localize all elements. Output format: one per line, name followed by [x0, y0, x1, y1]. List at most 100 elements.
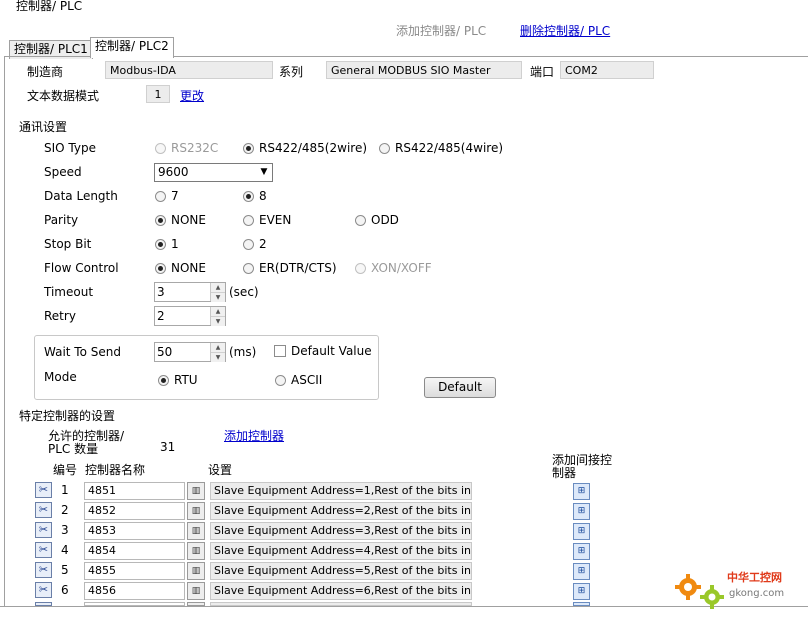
- flow-none-radio[interactable]: [155, 263, 166, 274]
- spin-up-icon[interactable]: ▲: [211, 307, 225, 317]
- text-mode-label: 文本数据模式: [27, 89, 100, 103]
- flow-xon-label: XON/XOFF: [371, 261, 432, 275]
- controller-name-field[interactable]: 4856: [84, 582, 185, 600]
- row-edit-icon[interactable]: ✂: [35, 562, 52, 578]
- parity-odd-radio[interactable]: [355, 215, 366, 226]
- specific-section-title: 特定控制器的设置: [19, 409, 116, 423]
- flow-er-label[interactable]: ER(DTR/CTS): [259, 261, 337, 275]
- add-indirect-controller-icon[interactable]: ⊞: [573, 563, 590, 580]
- spin-down-icon[interactable]: ▼: [211, 317, 225, 326]
- row-edit-icon[interactable]: ✂: [35, 582, 52, 598]
- data-length-8-radio[interactable]: [243, 191, 254, 202]
- mode-ascii-label[interactable]: ASCII: [291, 373, 322, 387]
- add-indirect-controller-icon[interactable]: ⊞: [573, 543, 590, 560]
- row-edit-icon[interactable]: ✂: [35, 502, 52, 518]
- speed-select[interactable]: 9600 ▼: [154, 163, 273, 182]
- data-length-8-label[interactable]: 8: [259, 189, 267, 203]
- stop-bit-1-label[interactable]: 1: [171, 237, 179, 251]
- timeout-value: 3: [157, 285, 165, 299]
- add-indirect-controller-icon[interactable]: ⊞: [573, 583, 590, 600]
- port-field: COM2: [560, 61, 654, 79]
- settings-dialog-button[interactable]: ▥: [187, 542, 205, 560]
- wait-to-send-stepper[interactable]: 50 ▲ ▼: [154, 342, 226, 362]
- parity-even-radio[interactable]: [243, 215, 254, 226]
- add-indirect-controller-icon[interactable]: ⊞: [573, 483, 590, 500]
- settings-field: Slave Equipment Address=6,Rest of the bi…: [210, 582, 472, 600]
- settings-dialog-button[interactable]: ▥: [187, 562, 205, 580]
- settings-dialog-button[interactable]: ▥: [187, 522, 205, 540]
- add-indirect-controller-icon[interactable]: ⊞: [573, 523, 590, 540]
- add-controller-link[interactable]: 添加控制器: [224, 427, 284, 444]
- settings-dialog-button[interactable]: ▥: [187, 502, 205, 520]
- flow-xon-radio: [355, 263, 366, 274]
- controller-name-field[interactable]: 4853: [84, 522, 185, 540]
- col-header-name: 控制器名称: [85, 463, 146, 477]
- controller-name-field[interactable]: 4854: [84, 542, 185, 560]
- settings-dialog-button[interactable]: ▥: [187, 482, 205, 500]
- data-length-7-label[interactable]: 7: [171, 189, 179, 203]
- sio-rs485-2wire-label[interactable]: RS422/485(2wire): [259, 141, 367, 155]
- default-value-label[interactable]: Default Value: [291, 344, 372, 358]
- row-edit-icon[interactable]: ✂: [35, 542, 52, 558]
- parity-even-label[interactable]: EVEN: [259, 213, 291, 227]
- stop-bit-1-radio[interactable]: [155, 239, 166, 250]
- mode-label: Mode: [44, 370, 77, 384]
- controller-name-field[interactable]: 4851: [84, 482, 185, 500]
- maker-field: Modbus-IDA: [105, 61, 273, 79]
- flow-none-label[interactable]: NONE: [171, 261, 206, 275]
- default-value-checkbox[interactable]: [274, 345, 286, 357]
- change-link[interactable]: 更改: [180, 87, 204, 104]
- parity-none-label[interactable]: NONE: [171, 213, 206, 227]
- flow-er-radio[interactable]: [243, 263, 254, 274]
- controller-name-field[interactable]: 4852: [84, 502, 185, 520]
- spin-up-icon[interactable]: ▲: [211, 283, 225, 293]
- spin-down-icon[interactable]: ▼: [211, 353, 225, 362]
- row-edit-icon[interactable]: ✂: [35, 482, 52, 498]
- spin-up-icon[interactable]: ▲: [211, 343, 225, 353]
- retry-value: 2: [157, 309, 165, 323]
- row-edit-icon[interactable]: ✂: [35, 522, 52, 538]
- watermark-text-en: gkong.com: [729, 588, 784, 599]
- flow-control-label: Flow Control: [44, 261, 119, 275]
- parity-odd-label[interactable]: ODD: [371, 213, 399, 227]
- timeout-stepper[interactable]: 3 ▲ ▼: [154, 282, 226, 302]
- port-label: 端口: [530, 65, 555, 79]
- settings-dialog-button[interactable]: ▥: [187, 582, 205, 600]
- controller-name-field[interactable]: 4855: [84, 562, 185, 580]
- retry-stepper[interactable]: 2 ▲ ▼: [154, 306, 226, 326]
- stop-bit-2-label[interactable]: 2: [259, 237, 267, 251]
- default-button[interactable]: Default: [424, 377, 496, 398]
- mode-rtu-label[interactable]: RTU: [174, 373, 198, 387]
- stop-bit-2-radio[interactable]: [243, 239, 254, 250]
- comm-section-title: 通讯设置: [19, 120, 68, 134]
- sio-rs485-4wire-radio[interactable]: [379, 143, 390, 154]
- col-header-add-indirect-2: 制器: [552, 466, 577, 480]
- data-length-7-radio[interactable]: [155, 191, 166, 202]
- allowed-label-line2: PLC 数量: [48, 442, 99, 456]
- mode-rtu-radio[interactable]: [158, 375, 169, 386]
- sio-rs232c-radio: [155, 143, 166, 154]
- timeout-label: Timeout: [44, 285, 94, 299]
- allowed-count: 31: [160, 440, 176, 454]
- tab-plc2[interactable]: 控制器/ PLC2: [90, 37, 174, 58]
- page-title: 控制器/ PLC: [16, 0, 83, 13]
- sio-rs232c-label: RS232C: [171, 141, 219, 155]
- add-indirect-controller-icon[interactable]: ⊞: [573, 503, 590, 520]
- settings-field: Slave Equipment Address=3,Rest of the bi…: [210, 522, 472, 540]
- row-number: 4: [61, 543, 69, 557]
- gear-logo-icon: 中华工控网 gkong.com: [675, 570, 784, 609]
- add-controller-link-disabled: 添加控制器/ PLC: [396, 24, 487, 38]
- sio-type-label: SIO Type: [44, 141, 96, 155]
- col-header-settings: 设置: [208, 463, 233, 477]
- sio-rs485-4wire-label[interactable]: RS422/485(4wire): [395, 141, 503, 155]
- row-number: 2: [61, 503, 69, 517]
- chevron-down-icon[interactable]: ▼: [256, 164, 272, 181]
- row-number: 5: [61, 563, 69, 577]
- mode-ascii-radio[interactable]: [275, 375, 286, 386]
- delete-controller-link[interactable]: 删除控制器/ PLC: [520, 22, 610, 39]
- parity-none-radio[interactable]: [155, 215, 166, 226]
- sio-rs485-2wire-radio[interactable]: [243, 143, 254, 154]
- data-length-label: Data Length: [44, 189, 118, 203]
- settings-field: Slave Equipment Address=5,Rest of the bi…: [210, 562, 472, 580]
- spin-down-icon[interactable]: ▼: [211, 293, 225, 302]
